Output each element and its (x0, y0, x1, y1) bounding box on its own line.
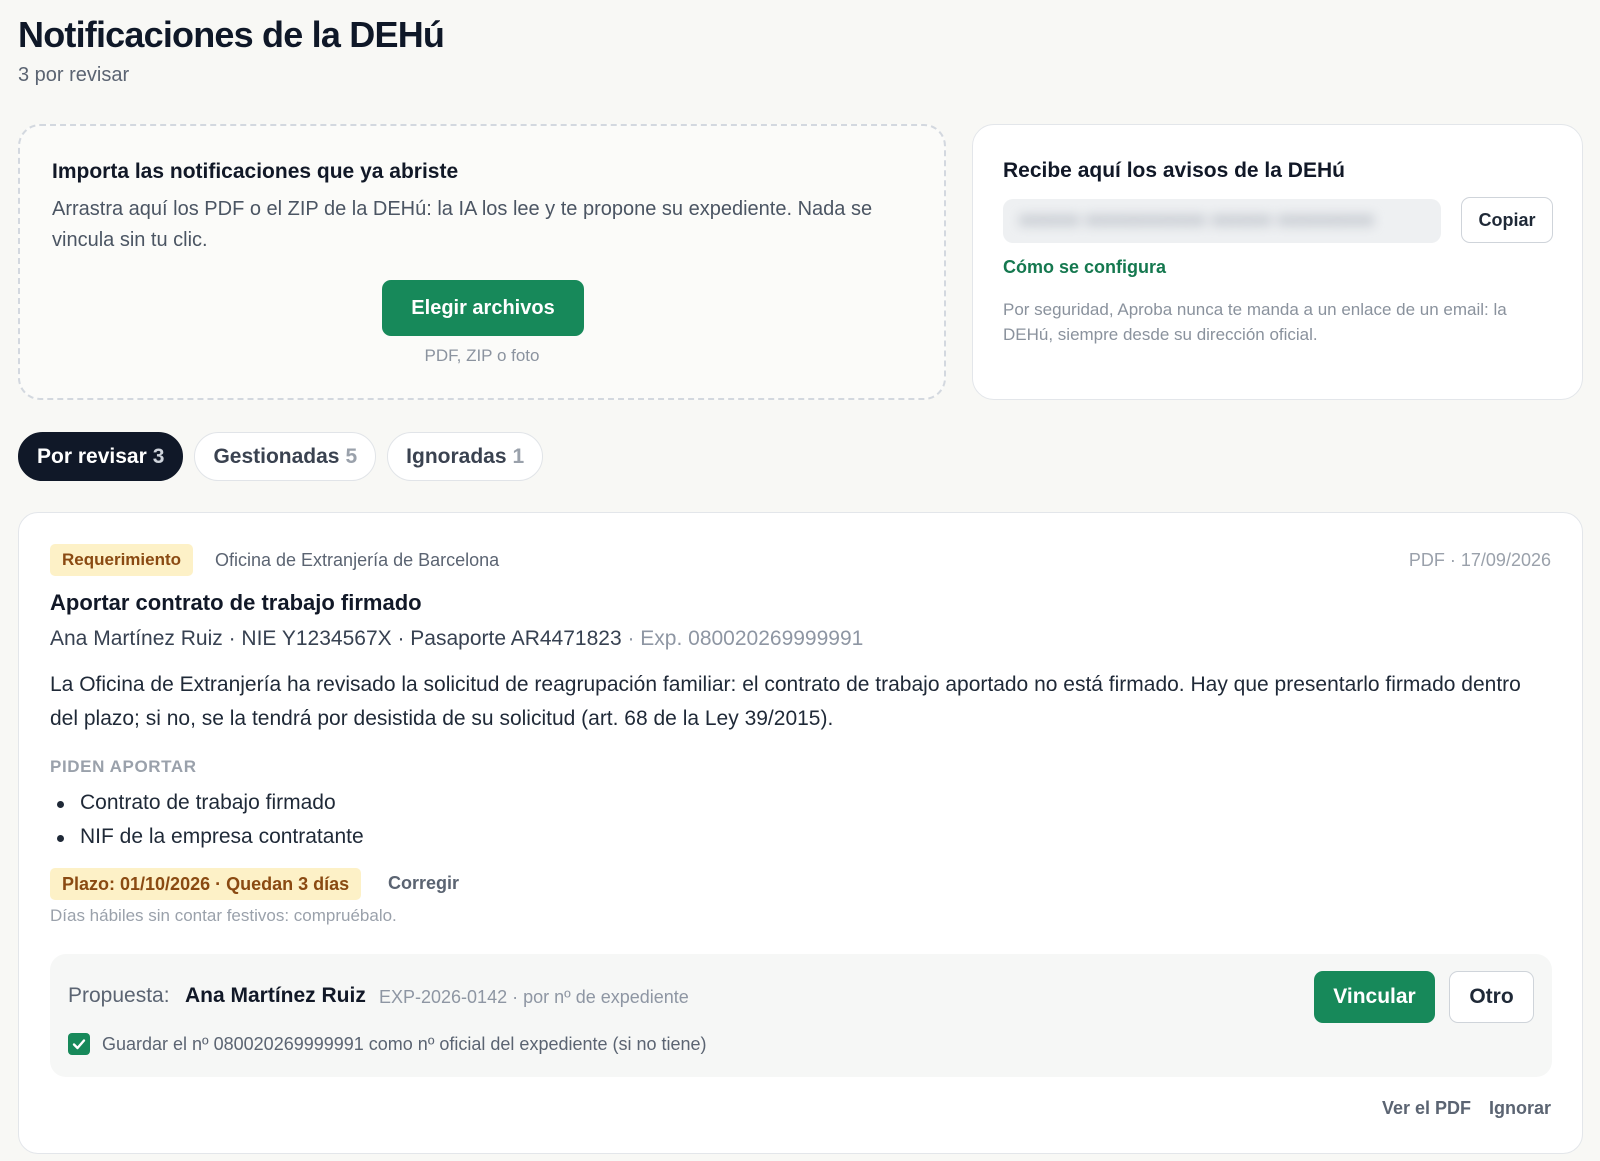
copy-button[interactable]: Copiar (1461, 197, 1553, 243)
tab-count: 5 (345, 444, 358, 468)
notices-card: Recibe aquí los avisos de la DEHú ●●●●● … (972, 124, 1583, 400)
blurred-email-address: ●●●●● ●●●●●●●●●● ●●●●● ●●●●●●●● (1003, 199, 1441, 243)
proposal-meta: EXP-2026-0142 · por nº de expediente (379, 987, 689, 1007)
expedient-number: · Exp. 080020269999991 (621, 627, 864, 650)
requirements-label: PIDEN APORTAR (50, 757, 197, 776)
save-number-checkbox[interactable] (68, 1033, 90, 1055)
notification-card: Requerimiento Oficina de Extranjería de … (18, 512, 1583, 1154)
deadline-badge: Plazo: 01/10/2026 · Quedan 3 días (50, 868, 362, 900)
how-to-configure-link[interactable]: Cómo se configura (1003, 257, 1166, 278)
proposal-name: Ana Martínez Ruiz (185, 984, 366, 1007)
proposal-label: Propuesta: (68, 984, 170, 1007)
save-number-option: Guardar el nº 080020269999991 como nº of… (68, 1033, 707, 1055)
save-number-label: Guardar el nº 080020269999991 como nº of… (102, 1033, 707, 1054)
person-details: Ana Martínez Ruiz · NIE Y1234567X · Pasa… (50, 627, 622, 650)
check-icon (72, 1039, 86, 1050)
requirements-list: Contrato de trabajo firmado NIF de la em… (50, 786, 364, 854)
list-item: NIF de la empresa contratante (50, 820, 364, 854)
tab-count: 1 (512, 444, 525, 468)
notices-title: Recibe aquí los avisos de la DEHú (1003, 159, 1345, 182)
tab-ignoradas[interactable]: Ignoradas 1 (387, 432, 544, 481)
tab-label: Ignoradas (406, 444, 507, 468)
proposal-box: Propuesta: Ana Martínez Ruiz EXP-2026-01… (50, 954, 1552, 1077)
deadline-note: Días hábiles sin contar festivos: compru… (50, 906, 397, 925)
list-item: Contrato de trabajo firmado (50, 786, 364, 820)
tab-por-revisar[interactable]: Por revisar 3 (18, 432, 184, 481)
tab-count: 3 (152, 444, 165, 468)
correct-deadline-link[interactable]: Corregir (388, 873, 459, 894)
notification-title: Aportar contrato de trabajo firmado (50, 590, 422, 615)
tab-gestionadas[interactable]: Gestionadas 5 (194, 432, 377, 481)
import-description: Arrastra aquí los PDF o el ZIP de la DEH… (52, 198, 873, 251)
type-badge: Requerimiento (50, 544, 194, 576)
choose-files-button[interactable]: Elegir archivos (382, 280, 584, 336)
view-pdf-link[interactable]: Ver el PDF (1382, 1098, 1471, 1119)
link-button[interactable]: Vincular (1314, 971, 1435, 1023)
page-subtitle: 3 por revisar (18, 64, 130, 86)
person-line: Ana Martínez Ruiz · NIE Y1234567X · Pasa… (50, 627, 863, 651)
import-dropzone[interactable]: Importa las notificaciones que ya abrist… (18, 124, 946, 400)
notification-meta: PDF · 17/09/2026 (1408, 550, 1551, 570)
filter-tabs: Por revisar 3 Gestionadas 5 Ignoradas 1 (18, 432, 544, 481)
import-title: Importa las notificaciones que ya abrist… (52, 160, 459, 183)
tab-label: Gestionadas (213, 444, 340, 468)
card-footer-actions: Ver el PDF Ignorar (1382, 1098, 1551, 1119)
import-hint: PDF, ZIP o foto (424, 346, 540, 365)
other-button[interactable]: Otro (1449, 971, 1534, 1023)
tab-label: Por revisar (37, 444, 147, 468)
ignore-link[interactable]: Ignorar (1489, 1098, 1551, 1119)
security-note: Por seguridad, Aproba nunca te manda a u… (1003, 300, 1507, 344)
page-title: Notificaciones de la DEHú (18, 14, 445, 55)
notification-description: La Oficina de Extranjería ha revisado la… (50, 673, 1521, 730)
issuing-office: Oficina de Extranjería de Barcelona (215, 550, 500, 570)
